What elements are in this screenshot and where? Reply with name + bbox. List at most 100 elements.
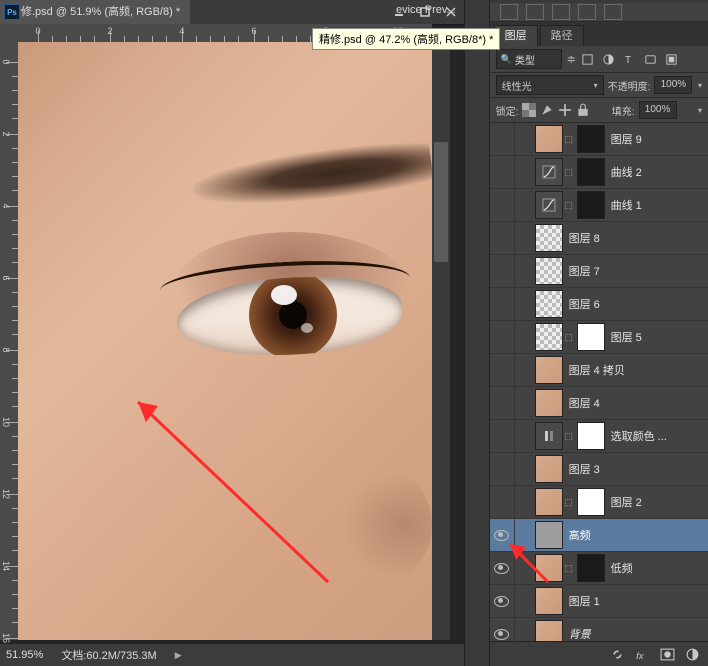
- layer-visibility-toggle[interactable]: [490, 519, 515, 551]
- scrollbar-thumb[interactable]: [434, 142, 448, 262]
- adj-icon[interactable]: [604, 4, 622, 20]
- layer-thumbnail[interactable]: [533, 224, 563, 252]
- adj-icon[interactable]: [578, 4, 596, 20]
- layer-name[interactable]: 背景: [569, 626, 591, 641]
- layer-name[interactable]: 曲线 1: [611, 197, 642, 213]
- layer-name[interactable]: 图层 4: [569, 395, 600, 411]
- document-size[interactable]: 文档:60.2M/735.3M: [61, 647, 156, 663]
- fill-input[interactable]: 100%: [639, 101, 677, 119]
- layer-row[interactable]: 图层 7: [490, 255, 708, 288]
- link-mask-icon[interactable]: ⬚: [563, 159, 575, 185]
- new-adjustment-icon[interactable]: [685, 647, 700, 662]
- link-mask-icon[interactable]: ⬚: [563, 192, 575, 218]
- paths-tab[interactable]: 路径: [540, 25, 584, 46]
- layer-thumbnail[interactable]: [575, 158, 605, 186]
- layers-list[interactable]: ⬚图层 9⬚曲线 2⬚曲线 1图层 8图层 7图层 6⬚图层 5图层 4 拷贝图…: [490, 123, 708, 641]
- layer-thumbnail[interactable]: [533, 389, 563, 417]
- layer-name[interactable]: 图层 6: [569, 296, 600, 312]
- layer-thumbnail[interactable]: [575, 125, 605, 153]
- layer-fx-icon[interactable]: fx: [635, 647, 650, 662]
- blend-mode-dropdown[interactable]: 线性光▾: [496, 75, 604, 95]
- layer-name[interactable]: 图层 8: [569, 230, 600, 246]
- adj-icon[interactable]: [552, 4, 570, 20]
- layer-row[interactable]: ⬚ 图层 5: [490, 321, 708, 354]
- dropdown-arrow-icon[interactable]: ▾: [698, 81, 702, 90]
- layer-visibility-toggle[interactable]: [490, 585, 515, 617]
- filter-kind-dropdown[interactable]: 类型: [496, 49, 562, 69]
- lock-transparency-icon[interactable]: [522, 103, 536, 117]
- panel-separator[interactable]: [464, 0, 490, 666]
- layer-visibility-toggle[interactable]: [490, 156, 515, 188]
- layer-name[interactable]: 图层 3: [569, 461, 600, 477]
- filter-adjust-icon[interactable]: [601, 51, 617, 67]
- layer-visibility-toggle[interactable]: [490, 420, 515, 452]
- layer-name[interactable]: 高频: [569, 527, 591, 543]
- layer-mask-icon[interactable]: [660, 647, 675, 662]
- lock-position-icon[interactable]: [558, 103, 572, 117]
- layer-name[interactable]: 图层 2: [611, 494, 642, 510]
- layer-name[interactable]: 图层 5: [611, 329, 642, 345]
- vertical-scrollbar[interactable]: [432, 42, 450, 640]
- link-mask-icon[interactable]: ⬚: [563, 489, 575, 515]
- layer-visibility-toggle[interactable]: [490, 453, 515, 485]
- document-tab[interactable]: 精修.psd @ 51.9% (高频, RGB/8) *: [0, 0, 190, 24]
- layer-name[interactable]: 图层 1: [569, 593, 600, 609]
- layer-row[interactable]: 图层 3: [490, 453, 708, 486]
- layer-visibility-toggle[interactable]: [490, 486, 515, 518]
- layer-thumbnail[interactable]: [533, 290, 563, 318]
- filter-type-icon[interactable]: T: [622, 51, 638, 67]
- layer-thumbnail[interactable]: [533, 422, 563, 450]
- adj-icon[interactable]: [526, 4, 544, 20]
- layer-thumbnail[interactable]: [533, 356, 563, 384]
- layer-visibility-toggle[interactable]: [490, 552, 515, 584]
- adj-icon[interactable]: [500, 4, 518, 20]
- filter-smart-icon[interactable]: [664, 51, 680, 67]
- layer-row[interactable]: 图层 4 拷贝: [490, 354, 708, 387]
- layer-visibility-toggle[interactable]: [490, 387, 515, 419]
- link-mask-icon[interactable]: ⬚: [563, 324, 575, 350]
- layer-visibility-toggle[interactable]: [490, 255, 515, 287]
- layer-row[interactable]: 图层 4: [490, 387, 708, 420]
- layer-row[interactable]: ⬚低频: [490, 552, 708, 585]
- layer-thumbnail[interactable]: [533, 488, 563, 516]
- layer-name[interactable]: 曲线 2: [611, 164, 642, 180]
- layer-row[interactable]: ⬚图层 9: [490, 123, 708, 156]
- layer-visibility-toggle[interactable]: [490, 189, 515, 221]
- layer-name[interactable]: 低频: [611, 560, 633, 576]
- layer-thumbnail[interactable]: [533, 158, 563, 186]
- filter-shape-icon[interactable]: [643, 51, 659, 67]
- ruler-origin[interactable]: [0, 24, 19, 43]
- layer-row[interactable]: 背景: [490, 618, 708, 641]
- filter-pixel-icon[interactable]: [580, 51, 596, 67]
- layer-thumbnail[interactable]: [533, 125, 563, 153]
- layer-row[interactable]: 图层 8: [490, 222, 708, 255]
- layer-visibility-toggle[interactable]: [490, 222, 515, 254]
- layer-row[interactable]: ⬚ 曲线 1: [490, 189, 708, 222]
- layer-thumbnail[interactable]: [533, 587, 563, 615]
- lock-pixels-icon[interactable]: [540, 103, 554, 117]
- layer-name[interactable]: 图层 4 拷贝: [569, 362, 625, 378]
- layer-visibility-toggle[interactable]: [490, 321, 515, 353]
- lock-all-icon[interactable]: [576, 103, 590, 117]
- layer-thumbnail[interactable]: [533, 323, 563, 351]
- layer-thumbnail[interactable]: [533, 191, 563, 219]
- layer-visibility-toggle[interactable]: [490, 354, 515, 386]
- layer-thumbnail[interactable]: [533, 554, 563, 582]
- link-mask-icon[interactable]: ⬚: [563, 423, 575, 449]
- layer-thumbnail[interactable]: [575, 422, 605, 450]
- dropdown-arrow-icon[interactable]: ▾: [698, 106, 702, 115]
- layer-visibility-toggle[interactable]: [490, 123, 515, 155]
- opacity-input[interactable]: 100%: [654, 76, 692, 94]
- layer-thumbnail[interactable]: [575, 323, 605, 351]
- zoom-level[interactable]: 51.95%: [6, 649, 43, 661]
- canvas[interactable]: [18, 42, 432, 640]
- layer-name[interactable]: 图层 9: [611, 131, 642, 147]
- layer-thumbnail[interactable]: [533, 455, 563, 483]
- layer-name[interactable]: 图层 7: [569, 263, 600, 279]
- layer-name[interactable]: 选取颜色 ...: [611, 428, 667, 444]
- layer-thumbnail[interactable]: [575, 191, 605, 219]
- layer-row[interactable]: 图层 1: [490, 585, 708, 618]
- layer-visibility-toggle[interactable]: [490, 288, 515, 320]
- layer-row[interactable]: ⬚ 图层 2: [490, 486, 708, 519]
- layer-thumbnail[interactable]: [533, 620, 563, 641]
